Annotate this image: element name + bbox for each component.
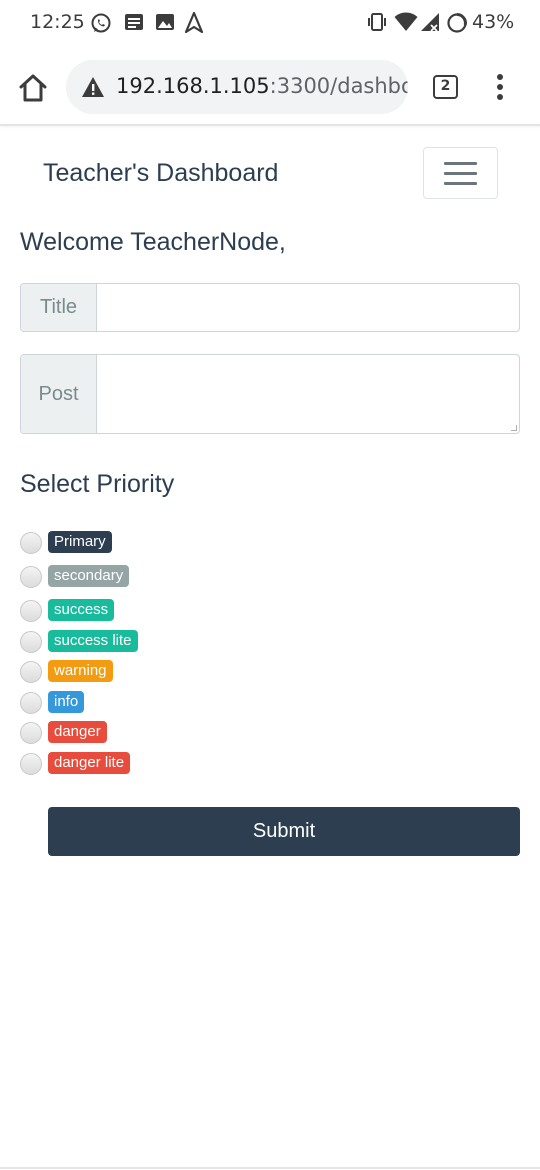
status-bar: 12:25 43%	[0, 0, 540, 46]
priority-badge[interactable]: success	[48, 599, 115, 621]
priority-radio[interactable]	[20, 753, 42, 775]
title-label: Title	[21, 284, 97, 331]
priority-badge[interactable]: warning	[48, 660, 113, 682]
title-input-group: Title	[20, 283, 520, 332]
tab-switcher-button[interactable]: 2	[433, 75, 458, 99]
priority-heading: Select Priority	[20, 470, 175, 498]
vibrate-icon	[368, 13, 386, 31]
submit-button[interactable]: Submit	[48, 807, 520, 856]
priority-badge[interactable]: secondary	[48, 565, 130, 587]
priority-radio[interactable]	[20, 631, 42, 653]
navbar-brand[interactable]: Teacher's Dashboard	[43, 159, 278, 188]
priority-radio[interactable]	[20, 722, 42, 744]
priority-radio[interactable]	[20, 661, 42, 683]
hamburger-icon	[444, 162, 477, 165]
priority-badge[interactable]: success lite	[48, 630, 138, 652]
notes-icon	[125, 14, 143, 30]
post-label: Post	[21, 355, 97, 433]
status-time: 12:25	[30, 11, 85, 33]
priority-badge[interactable]: danger lite	[48, 752, 131, 774]
welcome-message: Welcome TeacherNode,	[20, 228, 286, 256]
bottom-divider	[0, 1167, 540, 1169]
signal-icon	[421, 13, 439, 32]
title-input[interactable]	[97, 284, 519, 331]
battery-icon	[447, 13, 467, 33]
navbar-toggler-button[interactable]	[423, 147, 498, 199]
post-input-group: Post	[20, 354, 520, 434]
wifi-icon	[394, 12, 418, 31]
navigation-icon	[184, 12, 204, 34]
battery-percent: 43%	[472, 11, 515, 33]
post-textarea[interactable]	[97, 355, 519, 433]
image-icon	[156, 14, 174, 30]
url-bar[interactable]: 192.168.1.105:3300/dashbo	[66, 60, 408, 114]
browser-toolbar: 192.168.1.105:3300/dashbo 2	[0, 46, 540, 126]
priority-badge[interactable]: danger	[48, 721, 107, 743]
warning-icon[interactable]	[81, 76, 105, 98]
priority-radio[interactable]	[20, 600, 42, 622]
url-host: 192.168.1.105	[116, 74, 270, 98]
navbar: Teacher's Dashboard	[0, 128, 540, 220]
url-text[interactable]: 192.168.1.105:3300/dashbo	[116, 74, 408, 98]
resize-handle[interactable]	[511, 425, 517, 431]
priority-radio[interactable]	[20, 566, 42, 588]
whatsapp-icon	[91, 13, 111, 33]
more-vert-icon[interactable]	[490, 74, 510, 102]
priority-badge[interactable]: Primary	[48, 531, 112, 553]
priority-radio[interactable]	[20, 692, 42, 714]
priority-radio[interactable]	[20, 532, 42, 554]
priority-badge[interactable]: info	[48, 691, 85, 713]
home-icon[interactable]	[16, 71, 50, 105]
url-path: :3300/dashbo	[269, 74, 408, 98]
